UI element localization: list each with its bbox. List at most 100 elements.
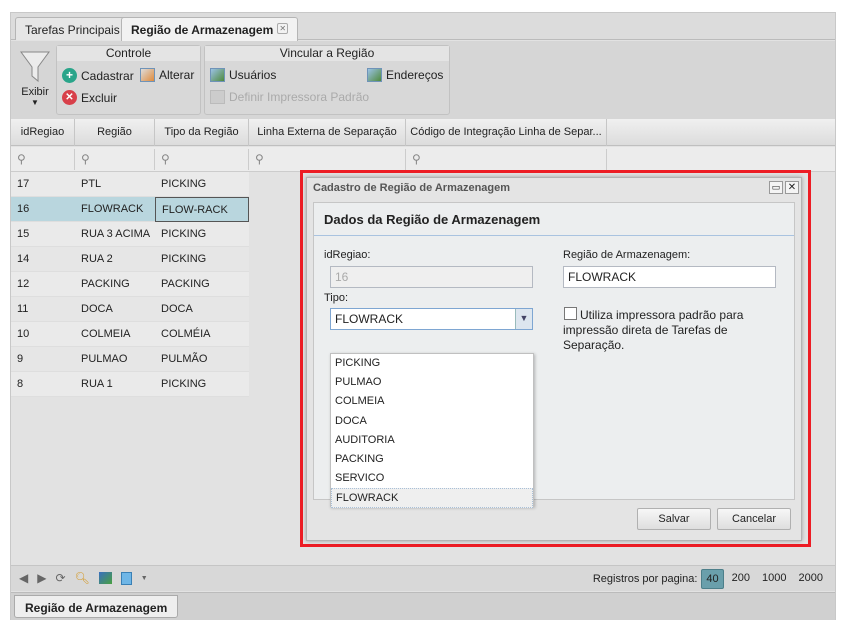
table-cell: PACKING [81, 278, 130, 290]
close-tab-icon[interactable]: ✕ [277, 23, 289, 34]
regiao-label: Região de Armazenagem: [563, 249, 691, 261]
page-size-2000[interactable]: 2000 [795, 569, 827, 589]
tab-regiao-armazenagem[interactable]: Região de Armazenagem ✕ [121, 17, 299, 41]
idregiao-label: idRegiao: [324, 249, 371, 261]
tipo-label: Tipo: [324, 292, 349, 304]
table-cell: 10 [17, 328, 30, 340]
col-idregiao[interactable]: idRegiao [11, 119, 75, 146]
col-tipo[interactable]: Tipo da Região [155, 119, 249, 146]
table-cell: FLOW-RACK [155, 197, 249, 222]
filter-idregiao[interactable]: ⚲ [11, 149, 75, 170]
table-cell: COLMEIA [81, 328, 131, 340]
section-title: Dados da Região de Armazenagem [314, 203, 794, 236]
maximize-icon[interactable]: ▭ [769, 181, 783, 194]
alterar-label: Alterar [159, 68, 195, 82]
table-cell: PULMÃO [161, 353, 208, 365]
filter-codigo[interactable]: ⚲ [406, 149, 607, 170]
table-row[interactable]: 10 COLMEIA COLMÉIA [11, 322, 249, 347]
table-row[interactable]: 12 PACKING PACKING [11, 272, 249, 297]
export-icon[interactable] [120, 571, 132, 585]
impressora-checkbox-label: Utiliza impressora padrão para impressão… [563, 308, 744, 352]
idregiao-field[interactable]: 16 [330, 266, 533, 288]
table-row[interactable]: 17 PTL PICKING [11, 172, 249, 197]
table-cell: FLOWRACK [81, 203, 144, 215]
dropdown-option[interactable]: SERVICO [331, 469, 533, 488]
tab-bar: Tarefas Principais Região de Armazenagem… [11, 13, 835, 41]
vincular-group: Vincular a Região Usuários Endereços Def… [204, 45, 450, 115]
table-cell: PULMAO [81, 353, 128, 365]
filter-row: ⚲ ⚲ ⚲ ⚲ ⚲ [11, 147, 835, 172]
filter-tipo[interactable]: ⚲ [155, 149, 249, 170]
page-size-40[interactable]: 40 [701, 569, 724, 589]
page-size-1000[interactable]: 1000 [758, 569, 790, 589]
table-cell: 17 [17, 178, 30, 190]
page-size-selector: Registros por pagina: 40 200 1000 2000 [593, 569, 827, 589]
controle-title: Controle [57, 46, 200, 61]
table-cell: 9 [17, 353, 24, 365]
usuarios-button[interactable]: Usuários [210, 68, 276, 82]
col-linha-externa[interactable]: Linha Externa de Separação [249, 119, 406, 146]
edit-icon [140, 68, 155, 82]
prev-page-icon[interactable]: ◀ [19, 571, 28, 585]
definir-impressora-button[interactable]: Definir Impressora Padrão [210, 90, 369, 104]
enderecos-button[interactable]: Endereços [367, 68, 443, 82]
search-icon: ⚲ [161, 152, 170, 166]
printer-icon [210, 90, 225, 104]
next-page-icon[interactable]: ▶ [37, 571, 46, 585]
exibir-button[interactable]: Exibir ▼ [15, 49, 55, 113]
table-cell: DOCA [81, 303, 113, 315]
cancel-button[interactable]: Cancelar [717, 508, 791, 530]
dropdown-option[interactable]: COLMEIA [331, 392, 533, 411]
dropdown-arrow-icon: ▼ [31, 98, 39, 107]
cadastrar-button[interactable]: + Cadastrar [62, 68, 134, 83]
plus-icon: + [62, 68, 77, 83]
dropdown-option[interactable]: AUDITORIA [331, 431, 533, 450]
export-dropdown-icon[interactable]: ▼ [141, 575, 148, 582]
controle-group: Controle + Cadastrar Alterar ✕ Excluir [56, 45, 201, 115]
refresh-icon[interactable]: ⟳ [55, 571, 65, 585]
col-codigo-integracao[interactable]: Código de Integração Linha de Separ... [406, 119, 607, 146]
tipo-combobox[interactable]: FLOWRACK ▼ [330, 308, 533, 330]
table-cell: RUA 2 [81, 253, 113, 265]
dropdown-option[interactable]: PACKING [331, 450, 533, 469]
tab-tarefas-principais[interactable]: Tarefas Principais [15, 17, 130, 40]
save-button[interactable]: Salvar [637, 508, 711, 530]
col-regiao[interactable]: Região [75, 119, 155, 146]
table-row[interactable]: 8 RUA 1 PICKING [11, 372, 249, 397]
table-row[interactable]: 9 PULMAO PULMÃO [11, 347, 249, 372]
dropdown-option[interactable]: FLOWRACK [331, 488, 533, 508]
toolbar: Exibir ▼ Controle + Cadastrar Alterar ✕ Ex… [11, 41, 835, 119]
dropdown-option[interactable]: DOCA [331, 412, 533, 431]
table-row[interactable]: 14 RUA 2 PICKING [11, 247, 249, 272]
close-dialog-icon[interactable]: ✕ [785, 181, 799, 194]
dropdown-option[interactable]: PULMAO [331, 373, 533, 392]
dropdown-option[interactable]: PICKING [331, 354, 533, 373]
dialog-title: Cadastro de Região de Armazenagem [313, 182, 511, 194]
bottom-tab-regiao[interactable]: Região de Armazenagem [14, 595, 179, 618]
table-cell: 12 [17, 278, 30, 290]
filter-linha[interactable]: ⚲ [249, 149, 406, 170]
search-icon: ⚲ [81, 152, 90, 166]
alterar-button[interactable]: Alterar [140, 68, 194, 82]
regiao-field[interactable]: FLOWRACK [563, 266, 776, 288]
table-row[interactable]: 16 FLOWRACK FLOW-RACK [11, 197, 249, 222]
search-icon: ⚲ [17, 152, 26, 166]
search-icon: ⚲ [255, 152, 264, 166]
filter-funnel-icon [20, 51, 50, 83]
table-cell: 14 [17, 253, 30, 265]
chevron-down-icon[interactable]: ▼ [515, 309, 532, 329]
filter-regiao[interactable]: ⚲ [75, 149, 155, 170]
excluir-button[interactable]: ✕ Excluir [62, 90, 117, 105]
table-cell: 8 [17, 378, 24, 390]
table-cell: PTL [81, 178, 102, 190]
zoom-search-icon[interactable]: 🔍︎ [75, 571, 90, 585]
chart-icon[interactable] [98, 572, 112, 584]
table-row[interactable]: 15 RUA 3 ACIMA PICKING [11, 222, 249, 247]
table-cell: PACKING [161, 278, 210, 290]
vincular-title: Vincular a Região [205, 46, 449, 61]
table-row[interactable]: 11 DOCA DOCA [11, 297, 249, 322]
dialog-form: Dados da Região de Armazenagem idRegiao:… [313, 202, 795, 508]
page-size-200[interactable]: 200 [728, 569, 754, 589]
table-cell: 11 [17, 303, 29, 315]
paging-toolbar: ◀ ▶ ⟳ 🔍︎ ▼ Registros por pagina: 40 200 10… [11, 565, 835, 591]
